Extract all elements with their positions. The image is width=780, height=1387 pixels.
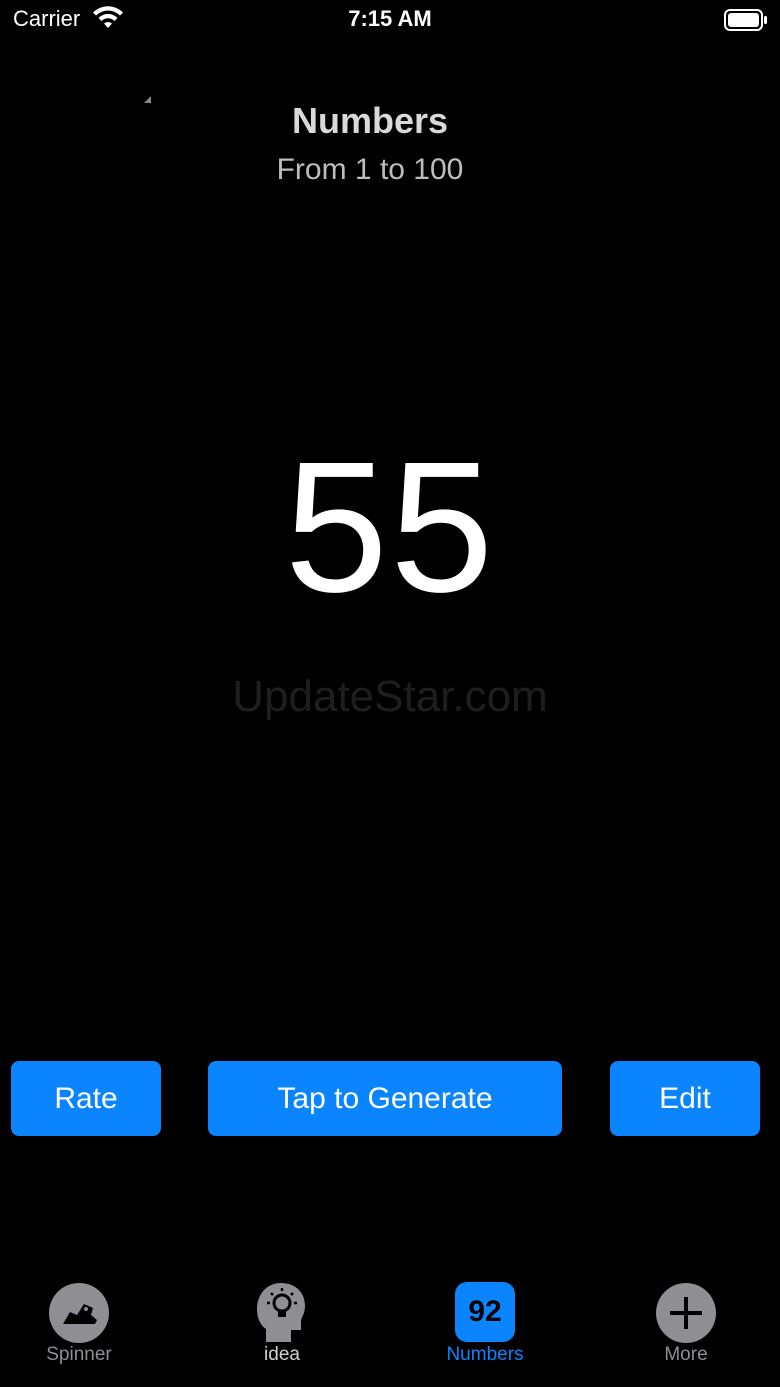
- status-time: 7:15 AM: [348, 6, 432, 31]
- tab-bar: Spinner idea 92 Numbers More: [0, 1270, 780, 1387]
- tab-label-more: More: [664, 1344, 708, 1365]
- tab-label-spinner: Spinner: [46, 1344, 112, 1365]
- status-bar: Carrier 7:15 AM: [0, 0, 780, 40]
- idea-head-icon: [257, 1283, 305, 1342]
- tab-spinner[interactable]: Spinner: [0, 1282, 159, 1372]
- battery-icon: [724, 9, 767, 31]
- tab-label-idea: idea: [264, 1344, 300, 1365]
- generated-number[interactable]: 55: [0, 435, 780, 621]
- tap-to-generate-button[interactable]: Tap to Generate: [208, 1061, 562, 1136]
- tab-more[interactable]: More: [606, 1282, 766, 1372]
- page-title: Numbers: [291, 100, 449, 141]
- rate-button[interactable]: Rate: [11, 1061, 161, 1136]
- tab-label-numbers: Numbers: [446, 1344, 524, 1365]
- tab-numbers[interactable]: 92 Numbers: [405, 1282, 565, 1372]
- plus-icon: [656, 1283, 716, 1343]
- page-subtitle: From 1 to 100: [276, 153, 464, 186]
- edit-button[interactable]: Edit: [610, 1061, 760, 1136]
- tab-idea[interactable]: idea: [202, 1282, 362, 1372]
- spinner-icon: [49, 1283, 109, 1343]
- numbers-icon: 92: [455, 1282, 515, 1342]
- watermark: UpdateStar.com: [232, 672, 548, 721]
